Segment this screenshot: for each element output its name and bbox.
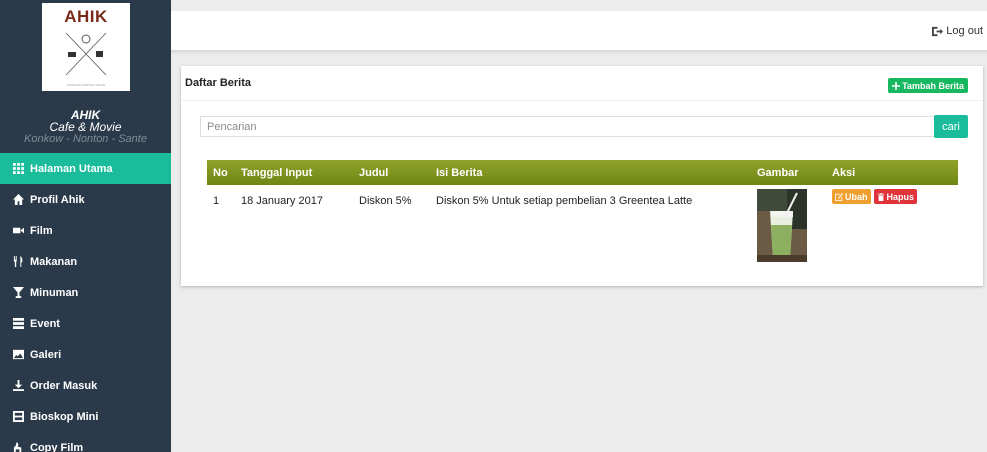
picture-icon — [13, 349, 24, 360]
cell-no: 1 — [213, 195, 220, 207]
sidebar-item-label: Event — [30, 317, 60, 330]
brand-slogan: Konkow - Nonton - Sante — [24, 133, 147, 145]
sidebar-item-film[interactable]: Film — [0, 215, 171, 246]
column-header-isi: Isi Berita — [436, 166, 483, 179]
column-header-aksi: Aksi — [832, 166, 856, 179]
add-news-label: Tambah Berita — [902, 80, 964, 91]
sidebar-menu: Halaman Utama Profil Ahik Film Makanan M… — [0, 153, 171, 452]
sidebar-item-makanan[interactable]: Makanan — [0, 246, 171, 277]
news-table: No Tanggal Input Judul Isi Berita Gambar… — [207, 160, 958, 269]
cell-judul: Diskon 5% — [359, 195, 412, 207]
edit-label: Ubah — [845, 191, 868, 202]
logout-icon — [932, 26, 944, 36]
add-news-button[interactable]: Tambah Berita — [888, 78, 968, 93]
sidebar-item-label: Halaman Utama — [30, 162, 113, 175]
sidebar-item-label: Minuman — [30, 286, 79, 299]
sidebar-item-event[interactable]: Event — [0, 308, 171, 339]
list-icon — [13, 318, 24, 329]
sidebar-item-label: Film — [30, 224, 53, 237]
sidebar-item-label: Makanan — [30, 255, 78, 268]
download-icon — [13, 380, 24, 391]
grid-icon — [13, 163, 24, 174]
edit-icon — [835, 192, 843, 201]
sidebar-item-label: Order Masuk — [30, 379, 98, 392]
search-button[interactable]: cari — [934, 115, 968, 138]
panel-divider — [181, 100, 983, 101]
sidebar-item-copy-film[interactable]: Copy Film — [0, 432, 171, 452]
brand-sub: Cafe & Movie — [49, 120, 122, 134]
sidebar-item-minuman[interactable]: Minuman — [0, 277, 171, 308]
column-header-tanggal: Tanggal Input — [241, 166, 313, 179]
column-header-gambar: Gambar — [757, 166, 799, 179]
sidebar-item-order-masuk[interactable]: Order Masuk — [0, 370, 171, 401]
cell-tanggal: 18 January 2017 — [241, 195, 323, 207]
logo-tagline: KONKOW NONTON SANTE — [66, 83, 106, 87]
sidebar-item-bioskop-mini[interactable]: Bioskop Mini — [0, 401, 171, 432]
panel-title: Daftar Berita — [185, 77, 252, 89]
logo: AHIK KONKOW NONTON SANTE — [42, 3, 130, 91]
table-header: No Tanggal Input Judul Isi Berita Gambar… — [207, 160, 958, 185]
delete-button[interactable]: Hapus — [873, 189, 918, 204]
logo-text: AHIK — [64, 7, 108, 26]
news-panel: Daftar Berita Tambah Berita cari No Tang… — [181, 66, 983, 286]
sidebar-item-galeri[interactable]: Galeri — [0, 339, 171, 370]
edit-button[interactable]: Ubah — [832, 189, 871, 204]
copy-icon — [13, 442, 24, 452]
cell-gambar — [755, 189, 830, 265]
glass-icon — [13, 287, 24, 298]
video-icon — [13, 225, 24, 236]
cutlery-icon — [13, 256, 24, 267]
logout-label: Log out — [946, 25, 983, 37]
column-header-no: No — [213, 166, 228, 179]
delete-label: Hapus — [886, 191, 915, 202]
sidebar-item-label: Bioskop Mini — [30, 410, 99, 423]
sidebar-item-label: Copy Film — [30, 441, 84, 452]
search-input[interactable] — [200, 116, 938, 137]
logo-graphic — [65, 32, 107, 76]
film-icon — [13, 411, 24, 422]
column-header-judul: Judul — [359, 166, 389, 179]
trash-icon — [877, 192, 884, 201]
logout-link[interactable]: Log out — [932, 25, 983, 37]
sidebar-item-profil-ahik[interactable]: Profil Ahik — [0, 184, 171, 215]
brand: AHIK Cafe & Movie Konkow - Nonton - Sant… — [0, 109, 171, 146]
table-row: 1 18 January 2017 Diskon 5% Diskon 5% Un… — [207, 185, 958, 269]
home-icon — [13, 194, 24, 205]
cell-isi: Diskon 5% Untuk setiap pembelian 3 Green… — [436, 195, 693, 207]
cell-aksi: Ubah Hapus — [830, 189, 958, 204]
plus-icon — [892, 81, 901, 90]
sidebar-item-label: Galeri — [30, 348, 62, 361]
top-header: Log out — [171, 11, 987, 55]
sidebar-item-label: Profil Ahik — [30, 193, 85, 206]
sidebar: AHIK KONKOW NONTON SANTE AHIK Cafe & Mov… — [0, 0, 171, 452]
greentea-latte-photo — [757, 189, 807, 262]
sidebar-item-halaman-utama[interactable]: Halaman Utama — [0, 153, 171, 184]
